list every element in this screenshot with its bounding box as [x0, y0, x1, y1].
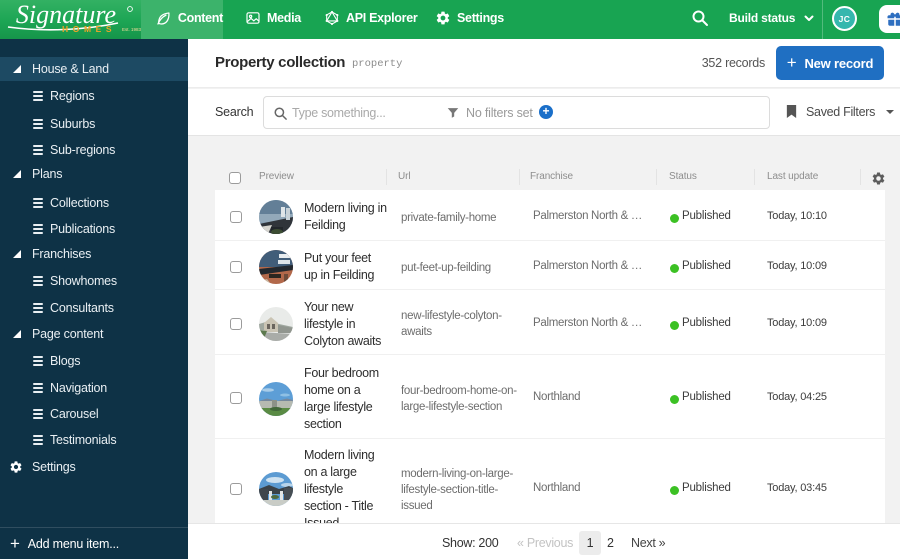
svg-text:HOMES: HOMES [62, 24, 116, 34]
svg-text:Est. 1983: Est. 1983 [122, 27, 141, 32]
